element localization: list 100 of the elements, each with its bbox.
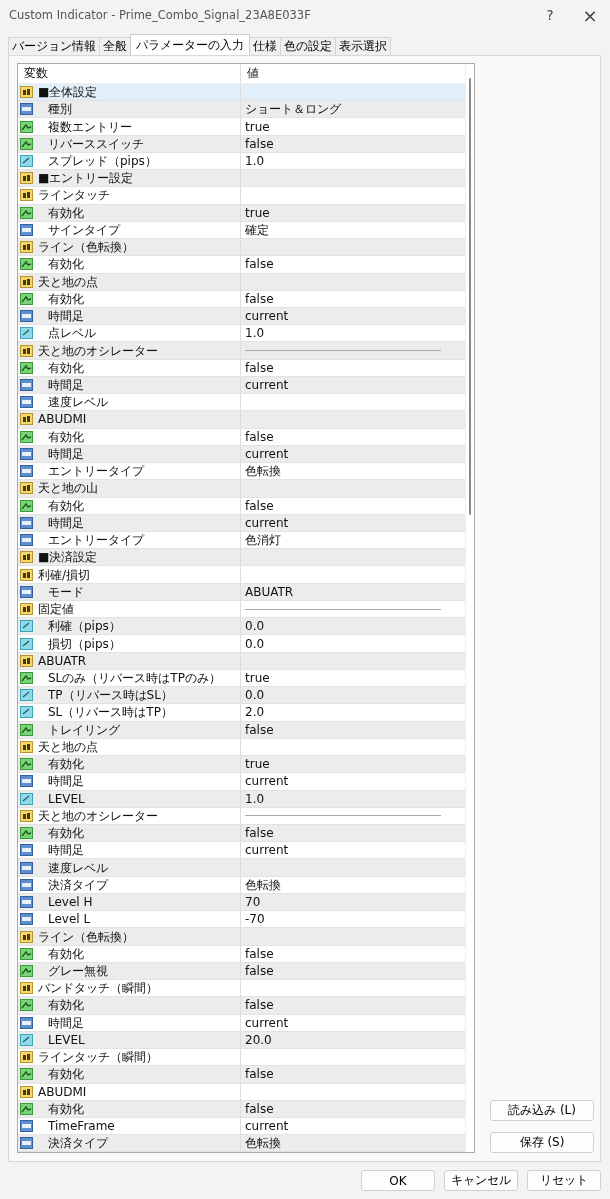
integer-type-icon: [20, 844, 34, 857]
parameter-row[interactable]: 損切（pips） 0.0: [18, 635, 465, 653]
parameter-row[interactable]: 時間足 current: [18, 773, 465, 791]
parameter-value: ショート＆ロング: [245, 103, 341, 116]
parameter-row[interactable]: ライン（色転換）: [18, 928, 465, 946]
boolean-type-icon: [20, 430, 34, 443]
boolean-type-icon: [20, 499, 34, 512]
parameter-value: 色転換: [245, 878, 281, 891]
text-type-icon: [20, 603, 34, 616]
parameter-row[interactable]: ラインタッチ: [18, 187, 465, 205]
parameter-value: current: [245, 379, 289, 391]
parameter-row[interactable]: 決済タイプ 色転換: [18, 1135, 465, 1153]
parameter-name: 天と地のオシレーター: [38, 809, 158, 822]
parameter-name: 時間足: [47, 310, 84, 323]
parameter-value: false: [245, 999, 274, 1012]
tab[interactable]: バージョン情報: [8, 37, 100, 55]
parameter-name: LEVEL: [47, 792, 85, 805]
parameter-row[interactable]: 時間足 current: [18, 842, 465, 860]
boolean-type-icon: [20, 258, 34, 271]
parameter-name: 時間足: [47, 379, 84, 391]
parameter-row[interactable]: ラインタッチ（瞬間）: [18, 1049, 465, 1067]
decimal-type-icon: [20, 792, 34, 805]
parameter-row[interactable]: 有効化 false: [18, 1066, 465, 1084]
parameter-name: 有効化: [47, 292, 84, 305]
parameter-value: 色転換: [245, 465, 281, 478]
parameter-value: 20.0: [245, 1033, 272, 1046]
integer-type-icon: [20, 878, 34, 891]
parameter-row[interactable]: ABUDMI: [18, 411, 465, 429]
text-type-icon: [20, 568, 34, 581]
integer-type-icon: [20, 534, 34, 547]
parameter-value: false: [245, 499, 274, 512]
parameter-value: false: [245, 1068, 274, 1081]
tab[interactable]: 仕様: [249, 37, 281, 55]
parameter-row[interactable]: 天と地の山: [18, 480, 465, 498]
text-type-icon: [20, 740, 34, 753]
parameter-name: ABUDMI: [38, 413, 87, 426]
text-type-icon: [20, 482, 34, 495]
close-button[interactable]: ×: [570, 0, 610, 30]
parameter-name: 有効化: [47, 947, 84, 960]
dialog-button[interactable]: キャンセル: [444, 1170, 518, 1191]
parameter-name: 天と地の点: [38, 740, 98, 753]
integer-type-icon: [20, 379, 34, 391]
parameter-row[interactable]: 利確/損切: [18, 566, 465, 584]
parameter-name: スプレッド（pips）: [47, 154, 157, 167]
parameter-row[interactable]: エントリータイプ 色転換: [18, 463, 465, 481]
parameter-row[interactable]: バンドタッチ（瞬間）: [18, 980, 465, 998]
tab[interactable]: 表示選択: [335, 37, 391, 55]
parameter-row[interactable]: Level L -70: [18, 911, 465, 929]
parameter-value: false: [245, 137, 274, 150]
parameter-row[interactable]: ■エントリー設定: [18, 170, 465, 188]
boolean-type-icon: [20, 758, 34, 771]
dialog-button[interactable]: 読み込み (L): [490, 1100, 594, 1121]
parameter-name: ■決済設定: [38, 551, 98, 564]
parameter-row[interactable]: 天と地のオシレーター: [18, 342, 465, 360]
dialog-button[interactable]: 保存 (S): [490, 1132, 594, 1153]
parameter-row[interactable]: SL（リバース時はTP） 2.0: [18, 704, 465, 722]
parameter-name: 損切（pips）: [47, 637, 121, 650]
integer-type-icon: [20, 1137, 34, 1150]
parameter-name: 有効化: [47, 758, 84, 771]
parameter-row[interactable]: 速度レベル: [18, 394, 465, 412]
parameter-row[interactable]: 速度レベル: [18, 859, 465, 877]
window-title: Custom Indicator - Prime_Combo_Signal_23A8E033F: [9, 8, 311, 22]
integer-type-icon: [20, 103, 34, 116]
parameter-row[interactable]: 有効化 true: [18, 756, 465, 774]
parameter-row[interactable]: ■決済設定: [18, 549, 465, 567]
boolean-type-icon: [20, 120, 34, 133]
text-type-icon: [20, 1051, 34, 1064]
parameter-row[interactable]: 利確（pips） 0.0: [18, 618, 465, 636]
parameter-row[interactable]: 複数エントリー true: [18, 118, 465, 136]
parameter-value: 0.0: [245, 689, 265, 702]
parameter-row[interactable]: 点レベル 1.0: [18, 325, 465, 343]
parameter-row[interactable]: 種別 ショート＆ロング: [18, 101, 465, 119]
parameter-name: 時間足: [47, 447, 84, 460]
tab[interactable]: パラメーターの入力: [130, 34, 250, 55]
parameter-row[interactable]: 有効化 false: [18, 997, 465, 1015]
dialog-button[interactable]: OK: [361, 1170, 435, 1191]
parameter-row[interactable]: 有効化 false: [18, 825, 465, 843]
tab[interactable]: 全般: [99, 37, 131, 55]
text-type-icon: [20, 809, 34, 822]
parameter-name: 天と地のオシレーター: [38, 344, 158, 357]
parameter-row[interactable]: エントリータイプ 色消灯: [18, 532, 465, 550]
parameter-name: 決済タイプ: [47, 1137, 108, 1150]
text-type-icon: [20, 275, 34, 288]
parameter-row[interactable]: 有効化 false: [18, 256, 465, 274]
scrollbar-thumb[interactable]: [469, 78, 471, 515]
parameter-row[interactable]: TP（リバース時はSL） 0.0: [18, 687, 465, 705]
parameter-name: 速度レベル: [47, 861, 108, 874]
parameter-name: 有効化: [47, 206, 84, 219]
dialog-button[interactable]: リセット: [527, 1170, 601, 1191]
parameter-name: Level L: [47, 913, 91, 926]
parameter-value: false: [245, 723, 274, 736]
parameter-name: ABUATR: [38, 654, 87, 667]
parameter-name: 時間足: [47, 775, 84, 788]
parameter-row[interactable]: ライン（色転換）: [18, 239, 465, 257]
integer-type-icon: [20, 913, 34, 926]
parameter-name: TimeFrame: [47, 1120, 115, 1133]
parameter-value: false: [245, 361, 274, 374]
tab[interactable]: 色の設定: [280, 37, 336, 55]
parameter-value: -70: [245, 913, 265, 926]
help-button[interactable]: ?: [530, 0, 570, 30]
